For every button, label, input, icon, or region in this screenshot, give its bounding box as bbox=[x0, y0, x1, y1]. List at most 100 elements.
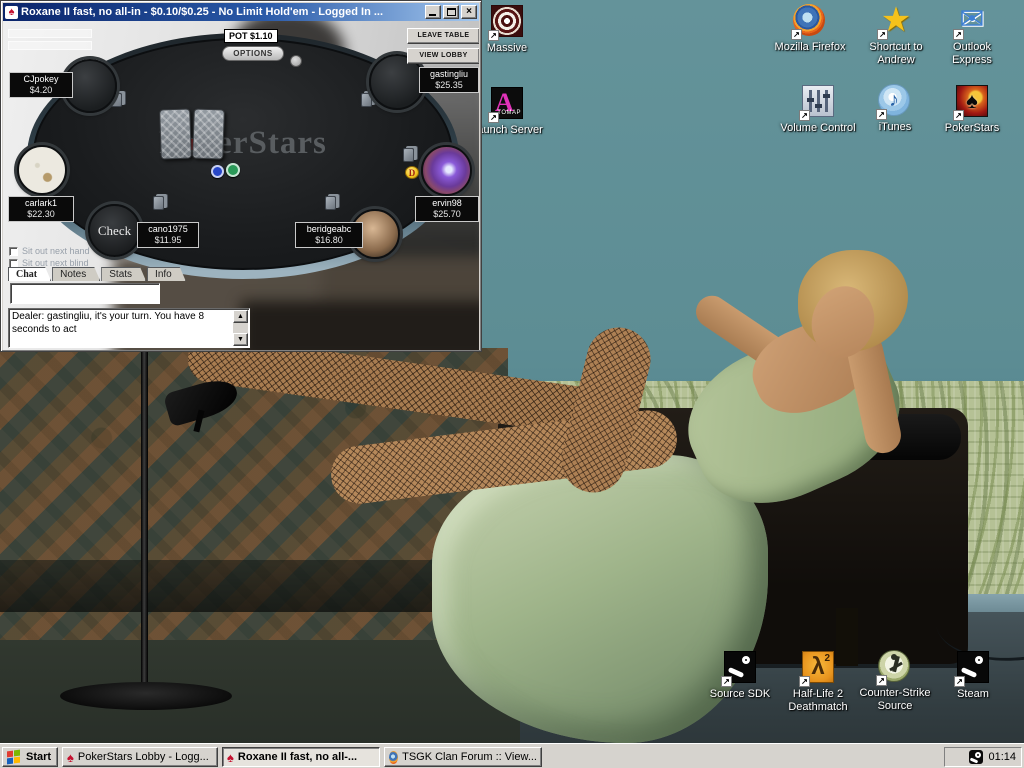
player-stack: $11.95 bbox=[138, 235, 198, 246]
taskbar-clock: 01:14 bbox=[988, 751, 1016, 763]
check-label: Check bbox=[98, 223, 131, 239]
pokerstars-spade-icon: ♠ bbox=[227, 751, 234, 764]
shortcut-arrow-icon: ↗ bbox=[953, 110, 964, 121]
start-label: Start bbox=[26, 751, 51, 763]
desktop-icon-itunes[interactable]: ♪↗ iTunes bbox=[857, 84, 933, 134]
taskbar-button-label: Roxane II fast, no all-... bbox=[238, 751, 357, 763]
tab-notes[interactable]: Notes bbox=[52, 267, 100, 281]
player-stack: $16.80 bbox=[296, 235, 362, 246]
icon-label: iTunes bbox=[857, 121, 933, 134]
shortcut-arrow-icon: ↗ bbox=[799, 676, 810, 687]
icon-label: PokerStars bbox=[934, 122, 1010, 135]
icon-label: Source SDK bbox=[702, 688, 778, 701]
avatar-carlark1 bbox=[17, 145, 67, 195]
desktop-icon-hl2-deathmatch[interactable]: λ2↗ Half-Life 2 Deathmatch bbox=[780, 650, 856, 714]
hole-card-back bbox=[159, 108, 192, 159]
table-content-area: PokerStars Check D bbox=[3, 21, 479, 350]
player-stack: $22.30 bbox=[9, 209, 73, 220]
wallpaper-mic-stand-pole bbox=[141, 350, 148, 698]
shortcut-arrow-icon: ↗ bbox=[876, 109, 887, 120]
pot-label: POT $1.10 bbox=[224, 29, 278, 43]
tab-chat[interactable]: Chat bbox=[8, 267, 51, 281]
icon-label: Outlook Express bbox=[934, 41, 1010, 67]
desktop-icon-shortcut-to-andrew[interactable]: ★↗ Shortcut to Andrew bbox=[858, 4, 934, 67]
view-lobby-button[interactable]: VIEW LOBBY bbox=[407, 48, 479, 64]
taskbar-button-label: PokerStars Lobby - Logg... bbox=[78, 751, 209, 763]
pot-chip-blue bbox=[211, 165, 224, 178]
icon-label: Volume Control bbox=[780, 122, 856, 135]
desktop-screen: ↗ Massive ATOMAP↗ Launch Server ↗ Mozill… bbox=[0, 0, 1024, 768]
check-button[interactable]: Check bbox=[88, 204, 141, 257]
player-name: beridgeabc bbox=[296, 224, 362, 235]
leave-table-button[interactable]: LEAVE TABLE bbox=[407, 28, 479, 44]
seat-plate: carlark1 $22.30 bbox=[8, 196, 74, 222]
scroll-up-icon[interactable]: ▲ bbox=[233, 310, 248, 323]
player-stack: $25.70 bbox=[416, 209, 478, 220]
shortcut-arrow-icon: ↗ bbox=[953, 29, 964, 40]
dealer-button: D bbox=[405, 166, 419, 179]
seat-plate: ervin98 $25.70 bbox=[415, 196, 479, 222]
icon-label: Counter-Strike Source bbox=[857, 687, 933, 713]
shortcut-arrow-icon: ↗ bbox=[488, 112, 499, 123]
player-stack: $25.35 bbox=[420, 80, 478, 91]
shortcut-arrow-icon: ↗ bbox=[877, 29, 888, 40]
table-logo: PokerStars bbox=[91, 125, 395, 162]
table-info-line bbox=[8, 29, 92, 38]
poker-table-window: ♠ Roxane II fast, no all-in - $0.10/$0.2… bbox=[0, 0, 482, 352]
sitout-next-hand-row: Sit out next hand bbox=[9, 246, 90, 256]
shortcut-arrow-icon: ↗ bbox=[954, 676, 965, 687]
player-cards-marker bbox=[153, 196, 164, 210]
minimize-button[interactable] bbox=[425, 5, 441, 19]
avatar-ervin98 bbox=[421, 145, 472, 196]
desktop-icon-outlook-express[interactable]: ✉↗ Outlook Express bbox=[934, 4, 1010, 67]
desktop-icon-counter-strike-source[interactable]: ↗ Counter-Strike Source bbox=[857, 650, 933, 713]
pot-chip-green bbox=[226, 163, 240, 177]
sitout-next-hand-checkbox[interactable] bbox=[9, 247, 18, 256]
tab-info[interactable]: Info bbox=[147, 267, 186, 281]
steam-tray-icon[interactable] bbox=[969, 750, 983, 764]
taskbar-button-tsgk-forum[interactable]: TSGK Clan Forum :: View... bbox=[384, 747, 542, 767]
taskbar-button-pokerstars-lobby[interactable]: ♠ PokerStars Lobby - Logg... bbox=[62, 747, 218, 767]
desktop-icon-steam[interactable]: ↗ Steam bbox=[935, 650, 1011, 701]
chat-log[interactable]: Dealer: gastingliu, it's your turn. You … bbox=[8, 308, 250, 348]
shortcut-arrow-icon: ↗ bbox=[488, 30, 499, 41]
seat-plate: gastingliu $25.35 bbox=[419, 67, 479, 93]
player-cards-marker bbox=[325, 196, 336, 210]
player-name: carlark1 bbox=[9, 198, 73, 209]
desktop-icon-pokerstars[interactable]: ♠↗ PokerStars bbox=[934, 84, 1010, 135]
player-cards-marker bbox=[361, 93, 372, 107]
windows-logo-icon bbox=[7, 750, 22, 764]
desktop-icon-firefox[interactable]: ↗ Mozilla Firefox bbox=[772, 4, 848, 54]
chat-scrollbar[interactable]: ▲ ▼ bbox=[233, 310, 248, 346]
maximize-button[interactable] bbox=[443, 5, 459, 19]
tab-stats[interactable]: Stats bbox=[101, 267, 146, 281]
shortcut-arrow-icon: ↗ bbox=[876, 675, 887, 686]
taskbar-button-label: TSGK Clan Forum :: View... bbox=[402, 751, 537, 763]
desktop-icon-volume-control[interactable]: ↗ Volume Control bbox=[780, 84, 856, 135]
icon-label: Half-Life 2 Deathmatch bbox=[780, 688, 856, 714]
window-titlebar[interactable]: ♠ Roxane II fast, no all-in - $0.10/$0.2… bbox=[3, 3, 479, 21]
shortcut-arrow-icon: ↗ bbox=[721, 676, 732, 687]
table-info-line bbox=[8, 41, 92, 50]
player-stack: $4.20 bbox=[10, 85, 72, 96]
shortcut-arrow-icon: ↗ bbox=[799, 110, 810, 121]
taskbar-button-roxane-table[interactable]: ♠ Roxane II fast, no all-... bbox=[222, 747, 380, 767]
player-cards-marker bbox=[403, 148, 414, 162]
desktop-icon-source-sdk[interactable]: ↗ Source SDK bbox=[702, 650, 778, 701]
chat-input[interactable] bbox=[10, 283, 160, 304]
checkbox-label: Sit out next hand bbox=[22, 246, 90, 256]
chat-tabs: Chat Notes Stats Info bbox=[8, 267, 187, 281]
start-button[interactable]: Start bbox=[2, 747, 58, 767]
seat-plate: cano1975 $11.95 bbox=[137, 222, 199, 248]
window-title: Roxane II fast, no all-in - $0.10/$0.25 … bbox=[21, 6, 423, 18]
note-dot-button[interactable] bbox=[290, 55, 302, 67]
hole-card-back bbox=[192, 108, 225, 159]
scroll-down-icon[interactable]: ▼ bbox=[233, 333, 248, 346]
options-button[interactable]: OPTIONS bbox=[222, 46, 284, 61]
shortcut-arrow-icon: ↗ bbox=[791, 29, 802, 40]
player-name: CJpokey bbox=[10, 74, 72, 85]
close-button[interactable]: × bbox=[461, 5, 477, 19]
taskbar: Start ♠ PokerStars Lobby - Logg... ♠ Rox… bbox=[0, 743, 1024, 768]
backdrop-figure bbox=[241, 301, 479, 350]
wallpaper-mic-stand-base bbox=[60, 682, 232, 710]
